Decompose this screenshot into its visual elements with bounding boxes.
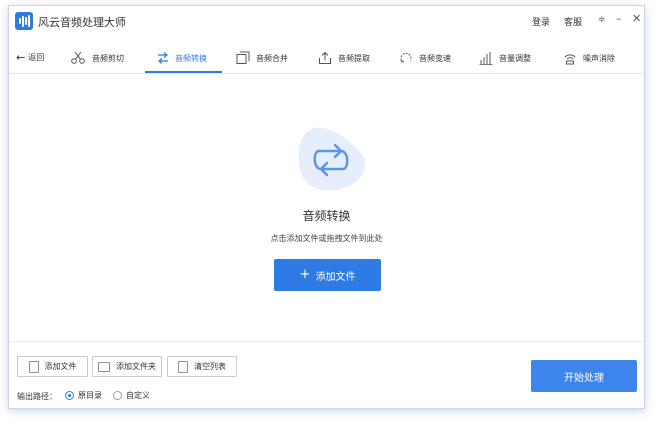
minimize-icon[interactable]: –	[616, 12, 622, 26]
drop-zone-hint: 点击添加文件或拖拽文件到此处	[270, 234, 383, 243]
radio-original-dir[interactable]: 原目录	[65, 390, 102, 401]
drop-zone-title: 音频转换	[302, 209, 351, 223]
add-file-label: 添加文件	[44, 362, 77, 371]
plus-icon: +	[299, 267, 311, 282]
clear-list-label: 清空列表	[194, 362, 226, 371]
login-link[interactable]: 登录	[532, 15, 550, 28]
convert-illustration-icon	[298, 127, 366, 191]
add-folder-label: 添加文件夹	[116, 362, 156, 371]
clear-list-button[interactable]: 清空列表	[167, 356, 237, 377]
noise-icon	[564, 54, 576, 65]
close-icon[interactable]: ✕	[632, 12, 641, 26]
merge-icon	[236, 51, 250, 64]
title-bar: 风云音频处理大师 登录 客服 ≑ – ✕	[9, 6, 644, 36]
radio-unselected-icon	[113, 391, 122, 400]
start-process-button[interactable]: 开始处理	[531, 360, 637, 392]
speed-icon	[400, 52, 412, 63]
add-file-button[interactable]: 添加文件	[17, 356, 88, 377]
tab-label: 音频转换	[175, 53, 207, 63]
tab-label: 噪声消除	[583, 53, 615, 63]
tab-audio-cut[interactable]: 音频剪切	[70, 42, 124, 74]
customer-service-link[interactable]: 客服	[564, 15, 582, 28]
tab-label: 音频合并	[256, 53, 288, 63]
output-path-label: 输出路径：	[17, 392, 57, 401]
file-add-icon	[28, 360, 39, 373]
back-label: 返回	[28, 53, 45, 62]
radio-original-label: 原目录	[78, 391, 102, 400]
app-title: 风云音频处理大师	[38, 16, 126, 29]
tab-audio-convert[interactable]: 音频转换	[157, 42, 207, 74]
trash-icon	[178, 360, 188, 373]
active-tab-indicator	[145, 71, 222, 73]
bottom-divider	[9, 341, 644, 342]
function-nav: ← 返回 音频剪切 音频转换 音频合并 音频提取 音频变速 音量调整 噪声消除	[9, 42, 644, 74]
extract-icon	[319, 51, 331, 64]
tab-audio-speed[interactable]: 音频变速	[399, 42, 451, 74]
tab-noise-removal[interactable]: 噪声消除	[563, 42, 615, 74]
app-logo-icon	[15, 12, 33, 30]
back-arrow-icon: ←	[16, 50, 26, 64]
tab-audio-merge[interactable]: 音频合并	[236, 42, 288, 74]
tab-label: 音频剪切	[92, 53, 124, 63]
menu-dropdown-icon[interactable]: ≑	[598, 13, 606, 27]
volume-bars-icon	[479, 52, 493, 65]
back-button[interactable]: ← 返回	[16, 52, 44, 63]
convert-icon	[158, 52, 168, 64]
radio-custom-dir[interactable]: 自定义	[113, 390, 150, 401]
add-file-main-label: 添加文件	[315, 271, 356, 283]
tab-label: 音频提取	[338, 53, 370, 63]
tab-label: 音频变速	[419, 53, 451, 63]
add-folder-button[interactable]: 添加文件夹	[92, 356, 162, 377]
radio-custom-label: 自定义	[126, 391, 150, 400]
scissors-icon	[71, 51, 85, 64]
add-file-main-button[interactable]: + 添加文件	[274, 259, 381, 291]
radio-selected-icon	[65, 391, 74, 400]
folder-add-icon	[98, 361, 110, 372]
app-window: 风云音频处理大师 登录 客服 ≑ – ✕ ← 返回 音频剪切 音频转换 音频合并…	[8, 5, 645, 409]
tab-volume-adjust[interactable]: 音量调整	[479, 42, 531, 74]
tab-label: 音量调整	[499, 53, 531, 63]
tab-audio-extract[interactable]: 音频提取	[318, 42, 370, 74]
